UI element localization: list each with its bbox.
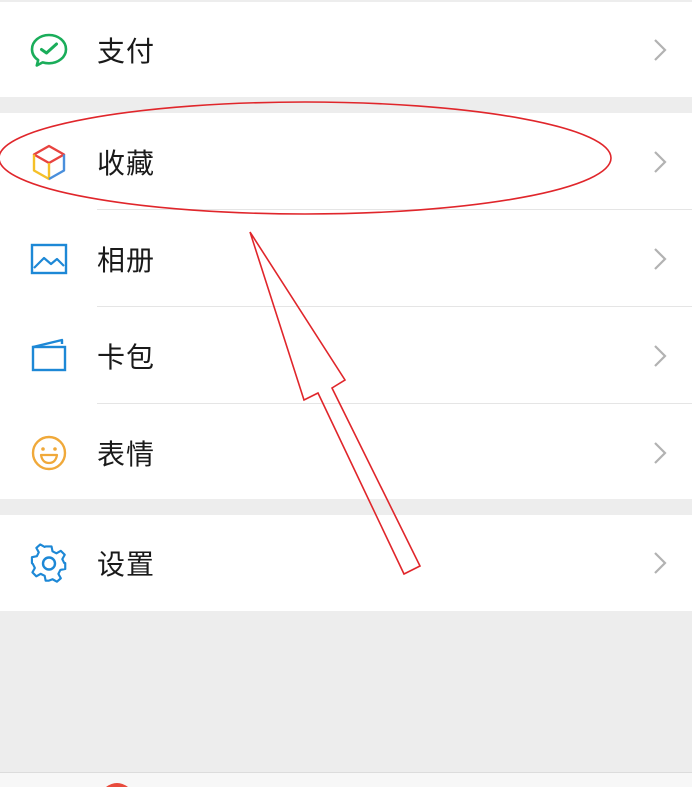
menu-item-pay[interactable]: 支付	[0, 2, 692, 97]
menu-item-stickers[interactable]: 表情	[0, 404, 692, 501]
pay-group: 支付	[0, 2, 692, 97]
menu-item-settings[interactable]: 设置	[0, 515, 692, 611]
settings-group: 设置	[0, 515, 692, 611]
chevron-right-icon	[652, 343, 668, 369]
wechat-pay-icon	[28, 29, 70, 71]
chevron-right-icon	[652, 37, 668, 63]
menu-label-settings: 设置	[97, 548, 156, 581]
chevron-right-icon	[652, 440, 668, 466]
menu-label-pay: 支付	[97, 34, 156, 68]
menu-item-album[interactable]: 相册	[0, 210, 692, 307]
menu-label-favorites: 收藏	[97, 146, 156, 180]
menu-item-cards[interactable]: 卡包	[0, 307, 692, 404]
settings-gear-icon	[28, 542, 70, 584]
menu-label-stickers: 表情	[97, 437, 156, 471]
chevron-right-icon	[652, 246, 668, 272]
chevron-right-icon	[652, 149, 668, 175]
menu-item-favorites[interactable]: 收藏	[0, 113, 692, 210]
bottom-tab-bar	[0, 772, 692, 787]
chevron-right-icon	[652, 550, 668, 576]
album-picture-icon	[28, 238, 70, 280]
menu-label-album: 相册	[97, 243, 156, 277]
tab-badge-dot	[106, 783, 128, 787]
card-wallet-icon	[28, 335, 70, 377]
menu-label-cards: 卡包	[97, 340, 156, 374]
favorites-cube-icon	[28, 141, 70, 183]
services-group: 收藏 相册 卡包 表情	[0, 113, 692, 499]
sticker-smiley-icon	[28, 432, 70, 474]
